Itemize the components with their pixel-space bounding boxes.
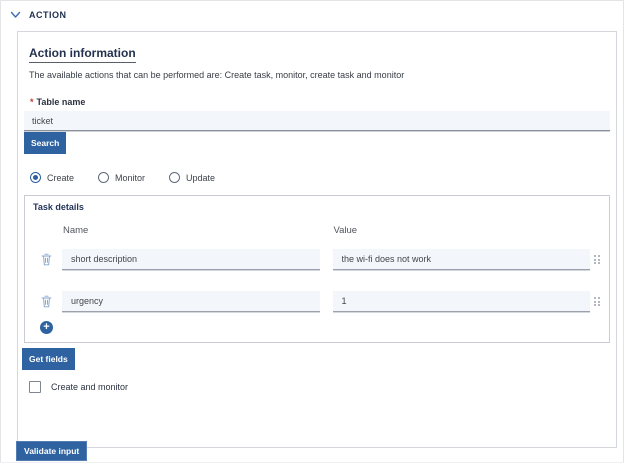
task-name-input[interactable] xyxy=(62,291,320,312)
section-title: Action information xyxy=(29,46,136,63)
create-and-monitor-checkbox[interactable] xyxy=(29,381,41,393)
action-type-radio-group: Create Monitor Update xyxy=(30,172,610,183)
accordion-title: ACTION xyxy=(29,10,67,20)
create-and-monitor-row: Create and monitor xyxy=(29,381,610,393)
create-and-monitor-label: Create and monitor xyxy=(51,382,128,392)
required-asterisk: * xyxy=(30,97,34,107)
add-row-button[interactable]: + xyxy=(40,321,53,334)
task-value-input[interactable] xyxy=(333,291,591,312)
task-details-box: Task details Name Value xyxy=(24,195,610,343)
drag-handle[interactable] xyxy=(590,297,604,306)
task-value-input[interactable] xyxy=(333,249,591,270)
table-row xyxy=(30,249,604,270)
search-button[interactable]: Search xyxy=(24,132,66,154)
get-fields-button[interactable]: Get fields xyxy=(22,348,75,370)
task-columns-header: Name Value xyxy=(30,225,604,236)
radio-button-icon xyxy=(30,172,41,183)
section-description: The available actions that can be perfor… xyxy=(29,70,610,80)
action-panel: Action information The available actions… xyxy=(17,31,617,448)
delete-row-button[interactable] xyxy=(30,253,62,266)
radio-monitor[interactable]: Monitor xyxy=(98,172,145,183)
name-column-header: Name xyxy=(62,225,320,236)
drag-handle-icon xyxy=(594,297,600,306)
action-section: ACTION Action information The available … xyxy=(0,0,624,463)
radio-button-icon xyxy=(169,172,180,183)
radio-create[interactable]: Create xyxy=(30,172,74,183)
table-name-input[interactable] xyxy=(24,111,610,131)
task-details-title: Task details xyxy=(33,202,604,212)
chevron-down-icon[interactable] xyxy=(10,11,21,19)
add-icon: + xyxy=(43,322,49,333)
radio-update[interactable]: Update xyxy=(169,172,215,183)
value-column-header: Value xyxy=(333,225,591,236)
drag-handle[interactable] xyxy=(590,255,604,264)
validate-input-button[interactable]: Validate input xyxy=(16,441,87,461)
accordion-header[interactable]: ACTION xyxy=(1,1,623,21)
trash-icon xyxy=(41,295,52,308)
table-name-label: *Table name xyxy=(30,97,610,107)
radio-button-icon xyxy=(98,172,109,183)
table-row xyxy=(30,291,604,312)
delete-row-button[interactable] xyxy=(30,295,62,308)
task-name-input[interactable] xyxy=(62,249,320,270)
drag-handle-icon xyxy=(594,255,600,264)
trash-icon xyxy=(41,253,52,266)
